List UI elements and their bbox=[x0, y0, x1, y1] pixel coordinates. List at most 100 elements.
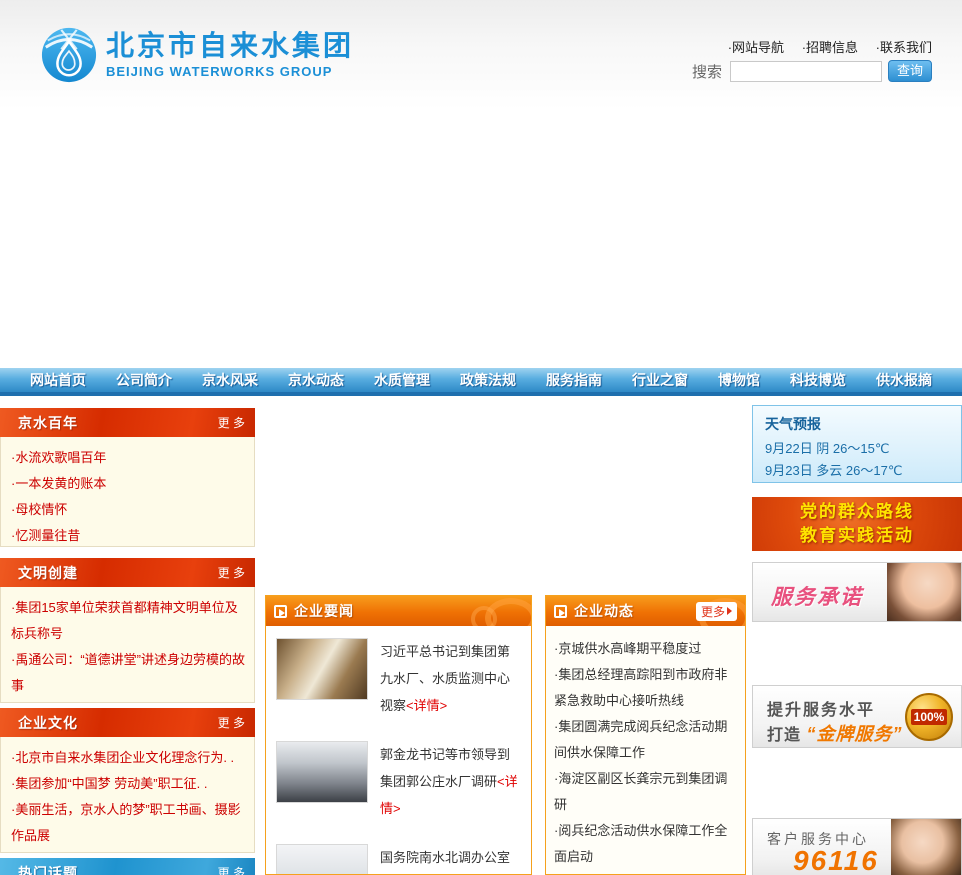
hotline-operator-photo bbox=[891, 819, 961, 875]
section-arrow-icon bbox=[274, 604, 287, 618]
news-photo bbox=[276, 638, 368, 700]
list-item[interactable]: ·京城供水高峰期平稳度过 bbox=[554, 636, 737, 662]
section-title: 企业文化 bbox=[18, 714, 78, 731]
detail-link[interactable]: <详情> bbox=[406, 698, 447, 713]
dynamics-box: 企业动态 更多 ·京城供水高峰期平稳度过 ·集团总经理高踪阳到市政府非紧急救助中… bbox=[545, 595, 746, 875]
news-item[interactable]: 郭金龙书记等市领导到集团郭公庄水厂调研<详情> bbox=[266, 729, 531, 832]
news-photo bbox=[276, 741, 368, 803]
news-item[interactable]: 习近平总书记到集团第九水厂、水质监测中心视察<详情> bbox=[266, 626, 531, 729]
medal-label: 100% bbox=[910, 709, 948, 725]
list-item[interactable]: ·一本发黄的账本 bbox=[11, 471, 246, 497]
nav-item-jingshui-news[interactable]: 京水动态 bbox=[288, 370, 344, 390]
page: 北京市自来水集团 BEIJING WATERWORKS GROUP ·网站导航 … bbox=[0, 0, 962, 875]
section-header-centennial: 京水百年 更 多 bbox=[0, 408, 255, 437]
logo[interactable]: 北京市自来水集团 BEIJING WATERWORKS GROUP bbox=[40, 26, 354, 84]
nav-item-museum[interactable]: 博物馆 bbox=[718, 370, 760, 390]
hotline-number: 96116 bbox=[793, 845, 879, 875]
search-label: 搜索 bbox=[691, 63, 722, 81]
nav-item-water-quality[interactable]: 水质管理 bbox=[374, 370, 430, 390]
header: 北京市自来水集团 BEIJING WATERWORKS GROUP ·网站导航 … bbox=[0, 0, 962, 110]
nav-item-company-profile[interactable]: 公司简介 bbox=[116, 370, 172, 390]
news-title: 企业要闻 bbox=[294, 603, 354, 619]
nav-item-policies[interactable]: 政策法规 bbox=[460, 370, 516, 390]
list-item[interactable]: ·集团总经理高踪阳到市政府非紧急救助中心接听热线 bbox=[554, 662, 737, 714]
news-header: 企业要闻 bbox=[266, 596, 531, 626]
section-header-hot-topics: 热门话题 更 多 bbox=[0, 858, 255, 875]
nav-item-industry-window[interactable]: 行业之窗 bbox=[632, 370, 688, 390]
swirl-decoration bbox=[485, 598, 531, 626]
nav-item-water-digest[interactable]: 供水报摘 bbox=[876, 370, 932, 390]
section-header-civilization: 文明创建 更 多 bbox=[0, 558, 255, 587]
service-promise-label: 服务承诺 bbox=[771, 586, 863, 609]
party-banner-line1: 党的群众路线 bbox=[800, 502, 914, 521]
weather-row: 9月22日 阴 26～15℃ bbox=[765, 441, 890, 456]
more-arrow-icon bbox=[727, 607, 732, 615]
news-text: 国务院南水北调办公室主任鄂竟平到郭公庄水厂调研< bbox=[380, 844, 521, 874]
party-banner-line2: 教育实践活动 bbox=[800, 526, 914, 545]
weather-row: 9月23日 多云 26～17℃ bbox=[765, 463, 903, 478]
top-link-sitemap[interactable]: ·网站导航 bbox=[728, 40, 784, 55]
more-link[interactable]: 更 多 bbox=[218, 714, 245, 731]
more-link[interactable]: 更 多 bbox=[218, 564, 245, 581]
more-button-label: 更多 bbox=[700, 604, 725, 619]
top-link-contact[interactable]: ·联系我们 bbox=[876, 40, 932, 55]
search-input[interactable] bbox=[730, 60, 882, 82]
gold-service-highlight: “金牌服务” bbox=[806, 724, 903, 744]
search-bar: 搜索 查询 bbox=[692, 60, 932, 82]
logo-subtitle: BEIJING WATERWORKS GROUP bbox=[106, 64, 333, 80]
news-text: 郭金龙书记等市领导到集团郭公庄水厂调研<详情> bbox=[380, 741, 521, 822]
weather-title: 天气预报 bbox=[765, 416, 821, 432]
gold-medal-icon: 100% bbox=[905, 693, 953, 741]
main-nav: 网站首页 公司简介 京水风采 京水动态 水质管理 政策法规 服务指南 行业之窗 … bbox=[0, 368, 962, 396]
list-item[interactable]: ·集团召开半年工作会暨阅兵纪念活动保障动员大会 bbox=[554, 870, 737, 874]
logo-text: 北京市自来水集团 BEIJING WATERWORKS GROUP bbox=[106, 29, 355, 80]
news-text: 习近平总书记到集团第九水厂、水质监测中心视察<详情> bbox=[380, 638, 521, 719]
nav-item-jingshui-style[interactable]: 京水风采 bbox=[202, 370, 258, 390]
list-item[interactable]: ·母校情怀 bbox=[11, 497, 246, 523]
list-item[interactable]: ·禹通公司：“道德讲堂”讲述身边劳模的故事 bbox=[11, 647, 246, 699]
more-link[interactable]: 更 多 bbox=[218, 864, 245, 875]
section-title: 热门话题 bbox=[18, 864, 78, 875]
list-item[interactable]: ·海淀区副区长龚宗元到集团调研 bbox=[554, 766, 737, 818]
logo-title: 北京市自来水集团 bbox=[106, 29, 355, 61]
party-campaign-banner[interactable]: 党的群众路线 教育实践活动 bbox=[752, 497, 962, 551]
nav-item-tech-expo[interactable]: 科技博览 bbox=[790, 370, 846, 390]
swirl-decoration bbox=[471, 606, 497, 626]
section-header-culture: 企业文化 更 多 bbox=[0, 708, 255, 737]
list-item[interactable]: ·忆测量往昔 bbox=[11, 523, 246, 549]
section-title: 文明创建 bbox=[18, 564, 78, 581]
section-body-civilization: ·集团15家单位荣获首都精神文明单位及标兵称号 ·禹通公司：“道德讲堂”讲述身边… bbox=[0, 587, 255, 703]
list-item[interactable]: ·集团15家单位荣获首都精神文明单位及标兵称号 bbox=[11, 595, 246, 647]
list-item[interactable]: ·集团圆满完成阅兵纪念活动期间供水保障工作 bbox=[554, 714, 737, 766]
gold-service-banner[interactable]: 提升服务水平 打造 “金牌服务” 100% bbox=[752, 685, 962, 748]
customer-service-photo bbox=[887, 563, 961, 621]
news-text-body: 国务院南水北调办公室主任鄂竟平到郭公庄水厂调研 bbox=[380, 850, 511, 865]
hotline-banner[interactable]: 客户服务中心 96116 bbox=[752, 818, 962, 875]
nav-item-home[interactable]: 网站首页 bbox=[30, 370, 86, 390]
list-item[interactable]: ·集团参加“中国梦 劳动美”职工征. . bbox=[11, 771, 246, 797]
gold-service-line1: 提升服务水平 bbox=[767, 702, 876, 719]
news-text-body: 郭金龙书记等市领导到集团郭公庄水厂调研 bbox=[380, 747, 511, 789]
top-links: ·网站导航 ·招聘信息 ·联系我们 bbox=[714, 37, 932, 56]
more-button[interactable]: 更多 bbox=[695, 601, 737, 621]
list-item[interactable]: ·美丽生活，京水人的梦”职工书画、摄影作品展 bbox=[11, 797, 246, 849]
service-promise-banner[interactable]: 服务承诺 bbox=[752, 562, 962, 622]
section-body-centennial: ·水流欢歌唱百年 ·一本发黄的账本 ·母校情怀 ·忆测量往昔 bbox=[0, 437, 255, 547]
top-link-recruit[interactable]: ·招聘信息 bbox=[802, 40, 858, 55]
section-title: 京水百年 bbox=[18, 414, 78, 431]
news-photo bbox=[276, 844, 368, 874]
dynamics-header: 企业动态 更多 bbox=[546, 596, 745, 626]
more-link[interactable]: 更 多 bbox=[218, 414, 245, 431]
search-button[interactable]: 查询 bbox=[888, 60, 932, 82]
list-item[interactable]: ·水流欢歌唱百年 bbox=[11, 445, 246, 471]
dynamics-title: 企业动态 bbox=[574, 603, 634, 619]
news-box: 企业要闻 习近平总书记到集团第九水厂、水质监测中心视察<详情> 郭金龙书记等市领… bbox=[265, 595, 532, 875]
section-arrow-icon bbox=[554, 604, 567, 618]
weather-box: 天气预报 9月22日 阴 26～15℃ 9月23日 多云 26～17℃ bbox=[752, 405, 962, 483]
gold-service-prefix: 打造 bbox=[767, 727, 802, 744]
nav-item-service-guide[interactable]: 服务指南 bbox=[546, 370, 602, 390]
news-item[interactable]: 国务院南水北调办公室主任鄂竟平到郭公庄水厂调研< bbox=[266, 832, 531, 874]
list-item[interactable]: ·阅兵纪念活动供水保障工作全面启动 bbox=[554, 818, 737, 870]
list-item[interactable]: ·北京市自来水集团企业文化理念行为. . bbox=[11, 745, 246, 771]
waterworks-logo-icon bbox=[41, 27, 97, 83]
